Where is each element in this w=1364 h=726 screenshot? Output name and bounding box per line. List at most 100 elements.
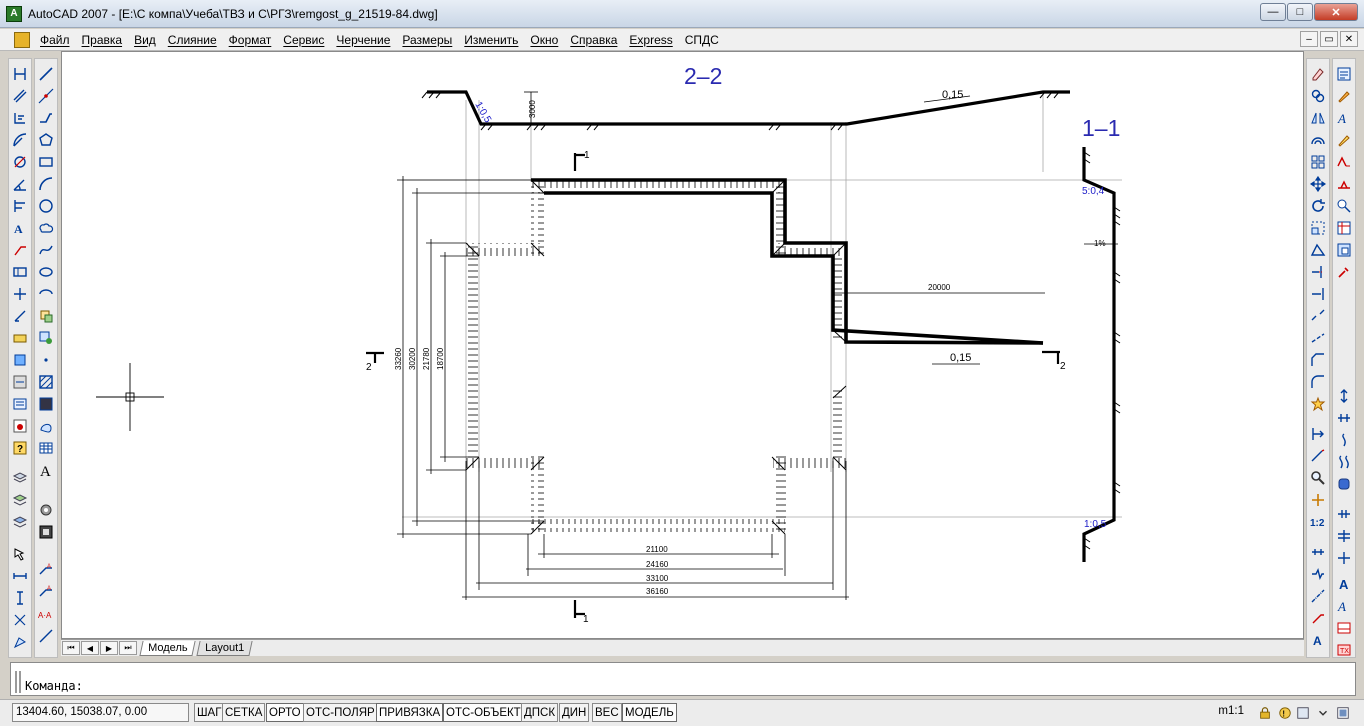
menu-dimension[interactable]: Размеры: [396, 33, 458, 47]
text-justify-icon[interactable]: A·A: [37, 605, 55, 623]
distance-icon[interactable]: [11, 567, 29, 585]
mirror-icon[interactable]: [1309, 109, 1327, 127]
point-icon[interactable]: [37, 351, 55, 369]
spds-leader-icon[interactable]: [1309, 609, 1327, 627]
document-icon[interactable]: [14, 31, 30, 48]
layout-frame-icon[interactable]: [1335, 241, 1353, 259]
gear-settings-icon[interactable]: [37, 501, 55, 519]
tray-settings-icon[interactable]: [1296, 706, 1310, 720]
menu-modify[interactable]: Изменить: [458, 33, 524, 47]
fillet-icon[interactable]: [1309, 373, 1327, 391]
tab-layout1[interactable]: Layout1: [196, 640, 254, 656]
move-icon[interactable]: [1309, 175, 1327, 193]
axis-icon[interactable]: [1309, 587, 1327, 605]
maximize-button[interactable]: □: [1287, 3, 1313, 21]
angle-icon[interactable]: [11, 611, 29, 629]
prev-tab-button[interactable]: ◀: [81, 641, 99, 655]
menu-edit[interactable]: Правка: [76, 33, 129, 47]
area-icon[interactable]: [11, 633, 29, 651]
menu-format[interactable]: Формат: [223, 33, 278, 47]
center-mark-icon[interactable]: [11, 285, 29, 303]
align-icon[interactable]: [1309, 425, 1327, 443]
tool-icon[interactable]: [1335, 263, 1353, 281]
arc-icon[interactable]: [37, 175, 55, 193]
radius-dim-icon[interactable]: [11, 131, 29, 149]
menu-merge[interactable]: Слияние: [162, 33, 223, 47]
menu-express[interactable]: Express: [623, 33, 678, 47]
measure-icon[interactable]: [11, 589, 29, 607]
title-block-icon[interactable]: [1335, 619, 1353, 637]
coordinates-readout[interactable]: 13404.60, 15038.07, 0.00: [12, 703, 189, 722]
ellipse-arc-icon[interactable]: [37, 285, 55, 303]
erase-icon[interactable]: [1309, 65, 1327, 83]
menu-view[interactable]: Вид: [128, 33, 162, 47]
wave-break-icon[interactable]: [1335, 431, 1353, 449]
menu-file[interactable]: Файл: [34, 33, 76, 47]
properties-icon[interactable]: [11, 395, 29, 413]
markup-icon[interactable]: [11, 417, 29, 435]
pan-icon[interactable]: [1309, 491, 1327, 509]
text-style-icon[interactable]: A: [11, 219, 29, 237]
doc-close-button[interactable]: ✕: [1340, 31, 1358, 47]
circle-icon[interactable]: [37, 197, 55, 215]
menu-tools[interactable]: Сервис: [277, 33, 330, 47]
diameter-dim-icon[interactable]: [11, 153, 29, 171]
layer-previous-icon[interactable]: [11, 513, 29, 531]
doc-minimize-button[interactable]: –: [1300, 31, 1318, 47]
weld-icon[interactable]: [1335, 175, 1353, 193]
spds-text-icon[interactable]: A: [1309, 631, 1327, 649]
block-editor-icon[interactable]: [37, 523, 55, 541]
layer-states-icon[interactable]: [11, 491, 29, 509]
close-button[interactable]: ✕: [1314, 3, 1358, 21]
minimize-button[interactable]: —: [1260, 3, 1286, 21]
angular-dim-icon[interactable]: [11, 175, 29, 193]
rotate-icon[interactable]: [1309, 197, 1327, 215]
roughness-icon[interactable]: [1335, 153, 1353, 171]
text-style-a-icon[interactable]: A: [1335, 597, 1353, 615]
status-menu-arrow-icon[interactable]: [1316, 706, 1330, 720]
annotation-scale[interactable]: m1:1: [1218, 705, 1244, 717]
menu-help[interactable]: Справка: [564, 33, 623, 47]
clean-screen-icon[interactable]: [1336, 706, 1350, 720]
text-style-spds-icon[interactable]: A: [1335, 109, 1353, 127]
doc-restore-button[interactable]: ▭: [1320, 31, 1338, 47]
status-ducs-button[interactable]: ДПСК: [521, 703, 559, 722]
spec-icon[interactable]: [1335, 219, 1353, 237]
trim-icon[interactable]: [1309, 263, 1327, 281]
position-icon[interactable]: [1335, 197, 1353, 215]
command-line-grip[interactable]: [15, 671, 21, 693]
lock-icon[interactable]: [1258, 706, 1272, 720]
array-icon[interactable]: [1309, 153, 1327, 171]
format-icon[interactable]: [1335, 65, 1353, 83]
break-icon[interactable]: [1309, 307, 1327, 325]
layers-icon[interactable]: [11, 469, 29, 487]
status-model-button[interactable]: МОДЕЛЬ: [622, 703, 677, 722]
leader-icon[interactable]: [11, 241, 29, 259]
revision-cloud-icon[interactable]: [37, 219, 55, 237]
scale-icon[interactable]: [1309, 219, 1327, 237]
status-lwt-button[interactable]: ВЕС: [592, 703, 622, 722]
linear-dim-icon[interactable]: [11, 65, 29, 83]
drawing-canvas[interactable]: 3000 1:0,5 0,15 2–2 1–1 5:0,4 1:0,5 1% 2…: [61, 51, 1304, 639]
dim-text-edit-icon[interactable]: [11, 329, 29, 347]
spline-icon[interactable]: [37, 241, 55, 259]
explode-icon[interactable]: [1309, 395, 1327, 413]
stretch-icon[interactable]: [1309, 241, 1327, 259]
hatch-icon[interactable]: [37, 373, 55, 391]
status-otrack-button[interactable]: ОТС-ОБЪЕКТ: [443, 703, 524, 722]
status-snap-button[interactable]: ШАГ: [194, 703, 225, 722]
polyline-icon[interactable]: [37, 109, 55, 127]
status-grid-button[interactable]: СЕТКА: [222, 703, 266, 722]
menu-window[interactable]: Окно: [524, 33, 564, 47]
multiline-text-icon[interactable]: A: [37, 461, 55, 479]
region-icon[interactable]: [37, 417, 55, 435]
dim-style-icon[interactable]: [11, 373, 29, 391]
line-icon[interactable]: [37, 65, 55, 83]
gradient-icon[interactable]: [37, 395, 55, 413]
scale-ratio-icon[interactable]: 1:2: [1309, 513, 1327, 531]
dim-break-icon[interactable]: [37, 627, 55, 645]
select-icon[interactable]: [11, 545, 29, 563]
construction-line-icon[interactable]: [37, 87, 55, 105]
next-tab-button[interactable]: ▶: [100, 641, 118, 655]
text-scale-icon[interactable]: A: [37, 583, 55, 601]
